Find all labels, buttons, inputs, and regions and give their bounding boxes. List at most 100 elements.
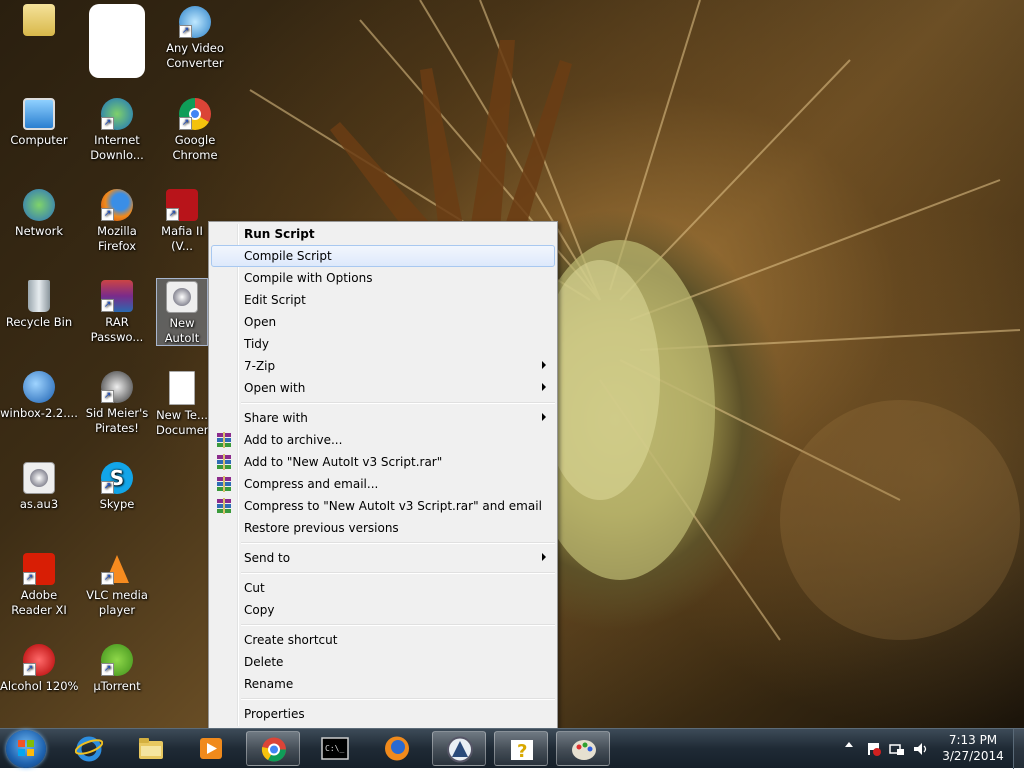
- menu-item-cut[interactable]: Cut: [211, 577, 555, 599]
- pirates-icon: ↗: [101, 371, 133, 403]
- system-clock[interactable]: 7:13 PM 3/27/2014: [936, 732, 1010, 764]
- menu-separator: [241, 698, 555, 700]
- mafia-icon: ↗: [166, 189, 198, 221]
- desktop-icon-label: New AutoIt v3 Script: [164, 316, 200, 345]
- taskbar-autoit[interactable]: [432, 731, 486, 766]
- desktop-icon-winbox[interactable]: winbox-2.2....: [0, 371, 78, 421]
- desktop-icon-label: VLC media player: [86, 588, 148, 617]
- desktop-icon-internet-download-manager[interactable]: ↗ Internet Downlo...: [78, 98, 156, 163]
- menu-item-label: Properties: [244, 707, 305, 721]
- taskbar-file-explorer[interactable]: [124, 731, 178, 766]
- menu-item-tidy[interactable]: Tidy: [211, 333, 555, 355]
- menu-item-send-to[interactable]: Send to: [211, 547, 555, 569]
- autoit-icon: [447, 736, 473, 763]
- volume-icon[interactable]: [913, 741, 929, 757]
- menu-item-label: Open with: [244, 381, 306, 395]
- redacted-icon: [89, 4, 145, 78]
- menu-item-label: Compress to "New AutoIt v3 Script.rar" a…: [244, 499, 542, 513]
- menu-item-edit-script[interactable]: Edit Script: [211, 289, 555, 311]
- menu-item-compile-with-options[interactable]: Compile with Options: [211, 267, 555, 289]
- desktop-icon-label: winbox-2.2....: [0, 406, 78, 420]
- submenu-arrow-icon: [542, 383, 546, 391]
- desktop-icon-new-text-document[interactable]: New Te... Documen...: [156, 371, 208, 438]
- taskbar-internet-explorer[interactable]: [62, 731, 116, 766]
- shortcut-arrow-icon: ↗: [101, 663, 114, 676]
- internet-explorer-icon: [75, 736, 103, 762]
- video-converter-icon: ↗: [179, 6, 211, 38]
- taskbar-help[interactable]: ?: [494, 731, 548, 766]
- menu-item-delete[interactable]: Delete: [211, 651, 555, 673]
- rar-password-icon: ↗: [101, 280, 133, 312]
- menu-item-label: Add to archive...: [244, 433, 343, 447]
- chrome-icon: [261, 737, 287, 762]
- taskbar-media-player[interactable]: [184, 731, 238, 766]
- desktop-icon-google-chrome[interactable]: ↗ Google Chrome: [156, 98, 234, 163]
- menu-item-label: 7-Zip: [244, 359, 276, 373]
- desktop-icon-label: Alcohol 120%: [0, 679, 78, 693]
- desktop-icon-as-au3[interactable]: as.au3: [0, 462, 78, 512]
- taskbar-firefox[interactable]: [370, 731, 424, 766]
- desktop-icon-label: Mozilla Firefox: [97, 224, 137, 253]
- desktop[interactable]: Computer Network Recycle Bin winbox-2.2.…: [0, 0, 1024, 728]
- taskbar-command-prompt[interactable]: C:\_: [308, 731, 362, 766]
- desktop-icon-sid-meiers-pirates[interactable]: ↗ Sid Meier's Pirates!: [78, 371, 156, 436]
- menu-item-label: Run Script: [244, 227, 315, 241]
- desktop-icon-label: Any Video Converter: [166, 41, 224, 70]
- desktop-icon-any-video-converter[interactable]: ↗ Any Video Converter: [156, 6, 234, 71]
- desktop-icon-mozilla-firefox[interactable]: ↗ Mozilla Firefox: [78, 189, 156, 254]
- menu-item-label: Cut: [244, 581, 265, 595]
- desktop-icon-skype[interactable]: S ↗ Skype: [78, 462, 156, 512]
- vlc-icon: ↗: [101, 553, 133, 585]
- desktop-icon-new-autoit-script[interactable]: New AutoIt v3 Script: [156, 278, 208, 346]
- desktop-icon-rar-password[interactable]: ↗ RAR Passwo...: [78, 280, 156, 345]
- desktop-icon-alcohol[interactable]: ↗ Alcohol 120%: [0, 644, 78, 694]
- menu-item-add-to-archive[interactable]: Add to archive...: [211, 429, 555, 451]
- menu-item-label: Compile Script: [244, 249, 332, 263]
- desktop-icon-label: Mafia II (V... Shitty Cra...: [161, 224, 203, 253]
- skype-icon: S ↗: [101, 462, 133, 494]
- desktop-icon-mafia-ii[interactable]: ↗ Mafia II (V... Shitty Cra...: [156, 189, 208, 254]
- menu-item-properties[interactable]: Properties: [211, 703, 555, 725]
- shortcut-arrow-icon: ↗: [101, 481, 114, 494]
- desktop-icon-redacted[interactable]: [78, 4, 156, 81]
- desktop-icon-adobe-reader[interactable]: ↗ Adobe Reader XI: [0, 553, 78, 618]
- menu-item-compile-script[interactable]: Compile Script: [211, 245, 555, 267]
- menu-item-restore-previous-versions[interactable]: Restore previous versions: [211, 517, 555, 539]
- menu-item-run-script[interactable]: Run Script: [211, 223, 555, 245]
- menu-item-rename[interactable]: Rename: [211, 673, 555, 695]
- desktop-icon-label: New Te... Documen...: [156, 408, 208, 437]
- taskbar-paint[interactable]: [556, 731, 610, 766]
- winrar-icon: [217, 432, 231, 448]
- desktop-icon-utorrent[interactable]: ↗ µTorrent: [78, 644, 156, 694]
- menu-item-open-with[interactable]: Open with: [211, 377, 555, 399]
- show-desktop-button[interactable]: [1013, 729, 1024, 769]
- shortcut-arrow-icon: ↗: [101, 299, 114, 312]
- desktop-icon-recycle-bin[interactable]: Recycle Bin: [0, 280, 78, 330]
- desktop-icon-network[interactable]: Network: [0, 189, 78, 239]
- desktop-icon-label: Computer: [10, 133, 68, 147]
- shortcut-arrow-icon: ↗: [101, 208, 114, 221]
- menu-item-share-with[interactable]: Share with: [211, 407, 555, 429]
- desktop-icon-label: as.au3: [19, 497, 59, 511]
- desktop-icon-label: Google Chrome: [172, 133, 218, 162]
- shortcut-arrow-icon: ↗: [23, 663, 36, 676]
- menu-separator: [241, 542, 555, 544]
- start-button[interactable]: [6, 730, 46, 768]
- desktop-icon-computer[interactable]: Computer: [0, 98, 78, 148]
- menu-item-copy[interactable]: Copy: [211, 599, 555, 621]
- paint-icon: [572, 740, 596, 760]
- menu-item-open[interactable]: Open: [211, 311, 555, 333]
- download-manager-icon: ↗: [101, 98, 133, 130]
- menu-item-7zip[interactable]: 7-Zip: [211, 355, 555, 377]
- taskbar-chrome[interactable]: [246, 731, 300, 766]
- network-tray-icon[interactable]: [889, 741, 905, 757]
- desktop-icon-user-folder[interactable]: [0, 4, 78, 90]
- desktop-icon-vlc[interactable]: ↗ VLC media player: [78, 553, 156, 618]
- show-hidden-icons-button[interactable]: [845, 742, 853, 747]
- menu-item-compress-and-email[interactable]: Compress and email...: [211, 473, 555, 495]
- menu-item-add-to-rar[interactable]: Add to "New AutoIt v3 Script.rar": [211, 451, 555, 473]
- menu-item-create-shortcut[interactable]: Create shortcut: [211, 629, 555, 651]
- clock-time: 7:13 PM: [948, 733, 998, 747]
- menu-item-compress-to-rar-and-email[interactable]: Compress to "New AutoIt v3 Script.rar" a…: [211, 495, 555, 517]
- action-center-flag-icon[interactable]: [866, 741, 882, 757]
